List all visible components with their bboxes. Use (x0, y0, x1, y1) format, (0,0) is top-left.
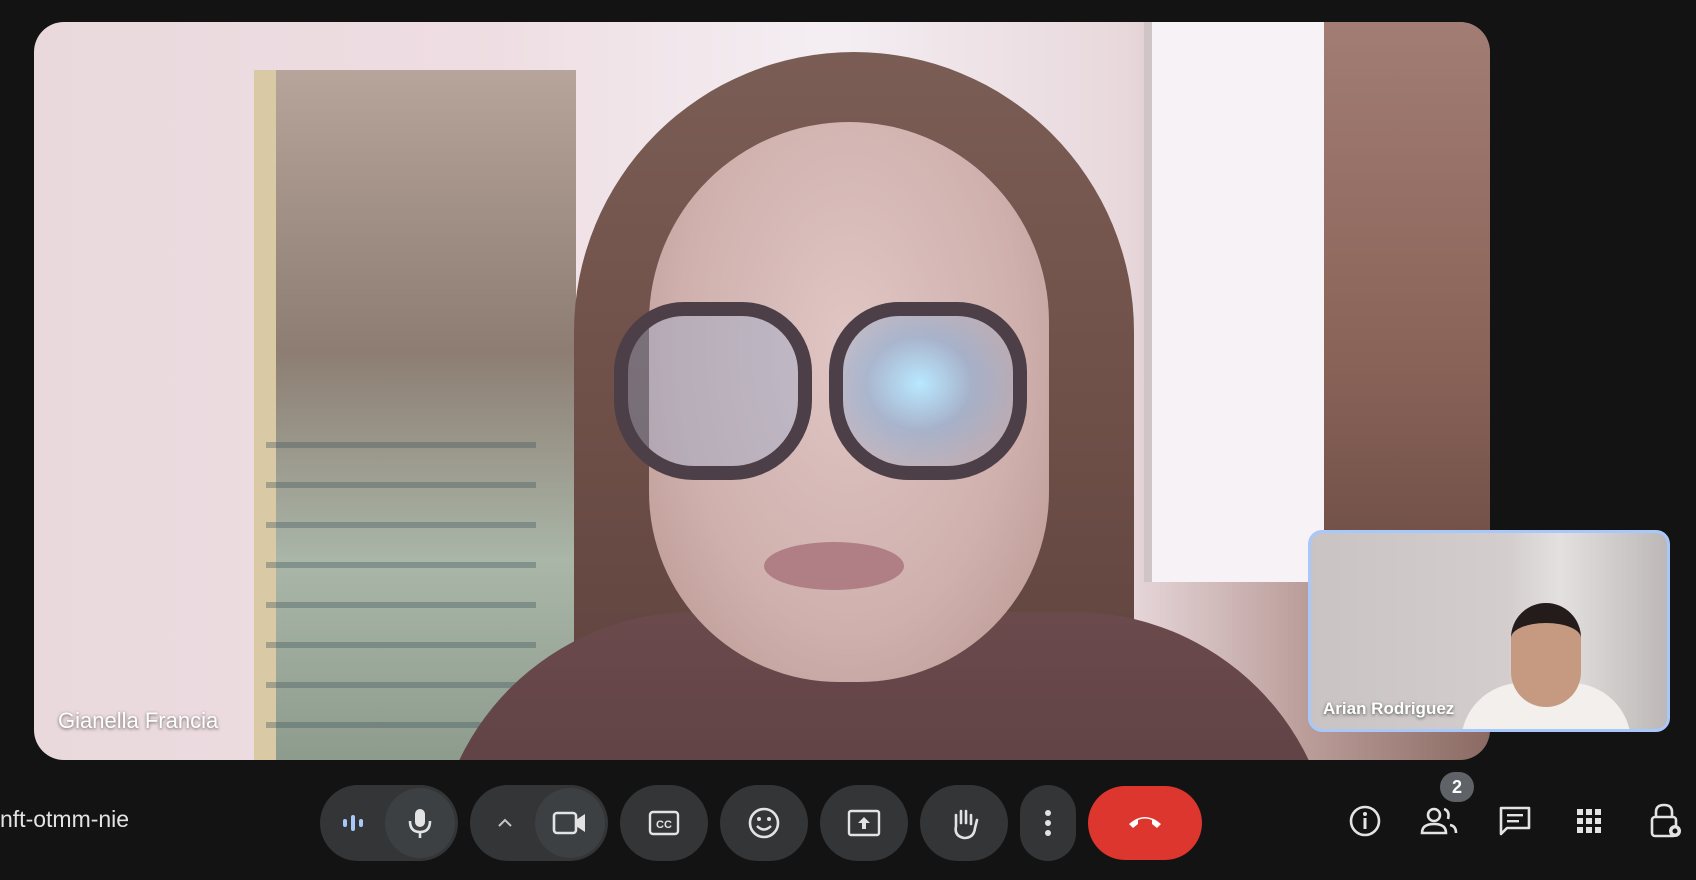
apps-grid-icon (1575, 807, 1603, 840)
self-participant-name: Arian Rodriguez (1323, 699, 1455, 718)
participant-video (434, 52, 1334, 760)
camera-control-group (470, 785, 608, 861)
end-call-icon (1126, 812, 1164, 835)
meeting-code: nft-otmm-nie (0, 806, 130, 832)
meeting-details-button[interactable] (1340, 798, 1390, 848)
main-participant-name: Gianella Francia (58, 708, 219, 733)
self-head (1511, 603, 1581, 707)
more-options-button[interactable] (1020, 785, 1076, 861)
meet-call-screen: Gianella Francia Arian Rodriguez nft-otm… (0, 0, 1696, 880)
chevron-up-icon[interactable] (496, 817, 514, 829)
glasses-right-lens (829, 302, 1027, 480)
video-camera-icon (552, 810, 588, 836)
raise-hand-button[interactable] (920, 785, 1008, 861)
captions-button[interactable]: CC (620, 785, 708, 861)
chat-icon (1498, 805, 1532, 842)
present-screen-icon (847, 809, 881, 837)
people-button[interactable] (1414, 798, 1464, 848)
background-wall (1324, 22, 1490, 582)
host-controls-button[interactable] (1640, 798, 1690, 848)
activities-button[interactable] (1564, 798, 1614, 848)
camera-button[interactable] (535, 788, 605, 858)
emoji-icon (747, 806, 781, 840)
closed-captions-icon: CC (648, 810, 680, 836)
end-call-button[interactable] (1088, 786, 1202, 860)
participant-count-badge: 2 (1440, 772, 1474, 802)
microphone-icon (406, 807, 434, 839)
microphone-control-group (320, 785, 458, 861)
audio-level-icon (340, 812, 366, 834)
glasses-left-lens (614, 302, 812, 480)
participant-lips (764, 542, 904, 590)
svg-text:CC: CC (656, 819, 672, 831)
self-view-tile[interactable]: Arian Rodriguez (1308, 530, 1670, 732)
chat-button[interactable] (1490, 798, 1540, 848)
raise-hand-icon (948, 806, 980, 840)
more-options-icon (1044, 808, 1052, 838)
main-video-tile[interactable]: Gianella Francia (34, 22, 1490, 760)
present-button[interactable] (820, 785, 908, 861)
reactions-button[interactable] (720, 785, 808, 861)
host-controls-lock-icon (1648, 803, 1682, 844)
self-video (1441, 603, 1641, 729)
people-icon (1420, 806, 1458, 841)
info-icon (1348, 804, 1382, 843)
microphone-button[interactable] (385, 788, 455, 858)
